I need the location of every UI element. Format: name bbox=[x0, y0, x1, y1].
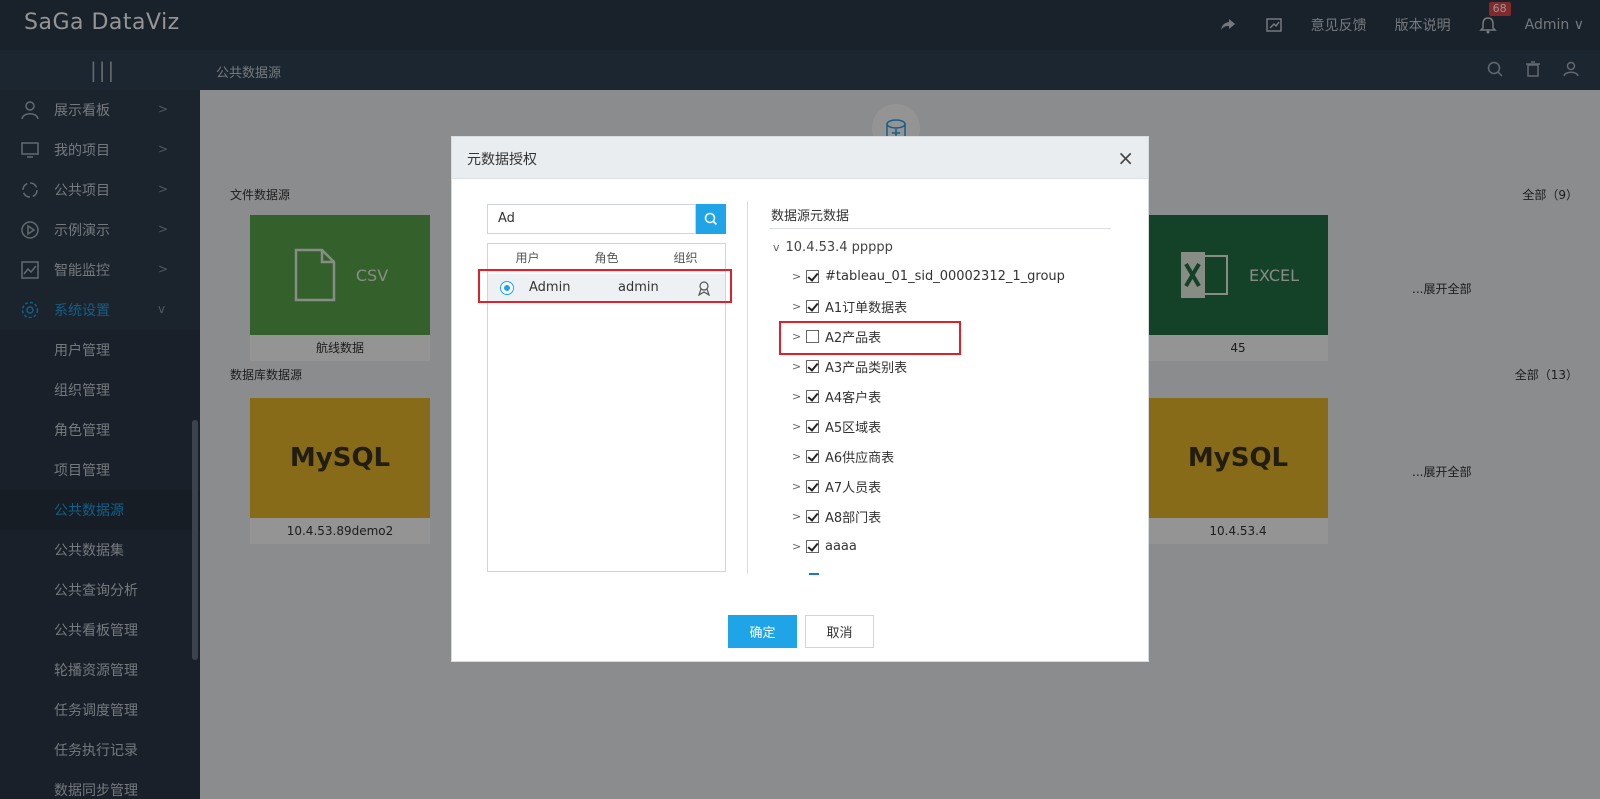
confirm-button[interactable]: 确定 bbox=[728, 615, 797, 648]
tree-node[interactable]: > A8部门表 bbox=[792, 507, 882, 526]
metadata-auth-dialog: 元数据授权 × Ad 用户 角色 组织 Admin admin 数据源元数据 v… bbox=[451, 136, 1149, 662]
highlight-box-tree bbox=[779, 321, 961, 355]
user-search-input[interactable]: Ad bbox=[487, 204, 696, 234]
tree-root[interactable]: v 10.4.53.4 ppppp bbox=[773, 240, 893, 255]
chevron-right-icon[interactable]: > bbox=[792, 450, 806, 463]
tree-checkbox[interactable] bbox=[806, 449, 819, 463]
tree-node-label: A8部门表 bbox=[825, 510, 882, 526]
tree-title: 数据源元数据 bbox=[771, 209, 850, 224]
tab-roles[interactable]: 角色 bbox=[567, 244, 646, 271]
tree-checkbox[interactable] bbox=[806, 299, 819, 313]
tree-title-divider bbox=[769, 228, 1111, 229]
chevron-right-icon[interactable]: > bbox=[792, 540, 806, 553]
chevron-right-icon[interactable]: > bbox=[792, 420, 806, 433]
tree-node[interactable]: > A4客户表 bbox=[792, 387, 882, 406]
chevron-right-icon[interactable]: > bbox=[792, 270, 806, 283]
tree-root-label: 10.4.53.4 ppppp bbox=[785, 240, 893, 255]
tree-node-label: A7人员表 bbox=[825, 480, 882, 496]
chevron-right-icon[interactable]: > bbox=[792, 300, 806, 313]
tab-users[interactable]: 用户 bbox=[488, 244, 567, 271]
dialog-header: 元数据授权 × bbox=[452, 137, 1148, 179]
tree-node[interactable]: > #tableau_01_sid_00002312_1_group bbox=[792, 267, 1065, 285]
tree-node-label: A1订单数据表 bbox=[825, 300, 908, 316]
chevron-right-icon[interactable]: > bbox=[792, 390, 806, 403]
chevron-right-icon[interactable]: > bbox=[792, 510, 806, 523]
tab-orgs[interactable]: 组织 bbox=[646, 244, 725, 271]
tree-checkbox[interactable] bbox=[806, 269, 819, 283]
tree-node-label: A6供应商表 bbox=[825, 450, 895, 466]
tree-node-label: A5区域表 bbox=[825, 420, 882, 436]
search-icon bbox=[704, 212, 718, 226]
chevron-right-icon[interactable]: > bbox=[792, 480, 806, 493]
tree-node-label: A4客户表 bbox=[825, 390, 882, 406]
tree-checkbox[interactable] bbox=[806, 479, 819, 493]
chevron-down-icon: v bbox=[773, 241, 780, 254]
tree-node[interactable]: > aaaa bbox=[792, 537, 857, 555]
dialog-title: 元数据授权 bbox=[467, 152, 537, 168]
cancel-button[interactable]: 取消 bbox=[805, 615, 874, 648]
tree-node-label: aaaa bbox=[825, 538, 857, 554]
tree-checkbox[interactable] bbox=[806, 419, 819, 433]
search-button[interactable] bbox=[696, 204, 726, 234]
tree-checkbox[interactable] bbox=[806, 389, 819, 403]
user-type-tabs: 用户 角色 组织 bbox=[488, 244, 725, 272]
tree-checkbox[interactable] bbox=[806, 359, 819, 373]
tree-overflow-hint bbox=[809, 573, 819, 575]
tree-node[interactable]: > A6供应商表 bbox=[792, 447, 895, 466]
highlight-box-user bbox=[478, 269, 732, 303]
chevron-right-icon[interactable]: > bbox=[792, 360, 806, 373]
tree-node[interactable]: > A3产品类别表 bbox=[792, 357, 908, 376]
tree-node[interactable]: > A5区域表 bbox=[792, 417, 882, 436]
tree-node-label: A3产品类别表 bbox=[825, 360, 908, 376]
tree-node[interactable]: > A7人员表 bbox=[792, 477, 882, 496]
panel-divider bbox=[747, 201, 748, 574]
tree-node-label: #tableau_01_sid_00002312_1_group bbox=[825, 268, 1065, 284]
tree-node[interactable]: > A1订单数据表 bbox=[792, 297, 908, 316]
tree-checkbox[interactable] bbox=[806, 539, 819, 553]
tree-checkbox[interactable] bbox=[806, 509, 819, 523]
close-icon[interactable]: × bbox=[1117, 146, 1134, 170]
